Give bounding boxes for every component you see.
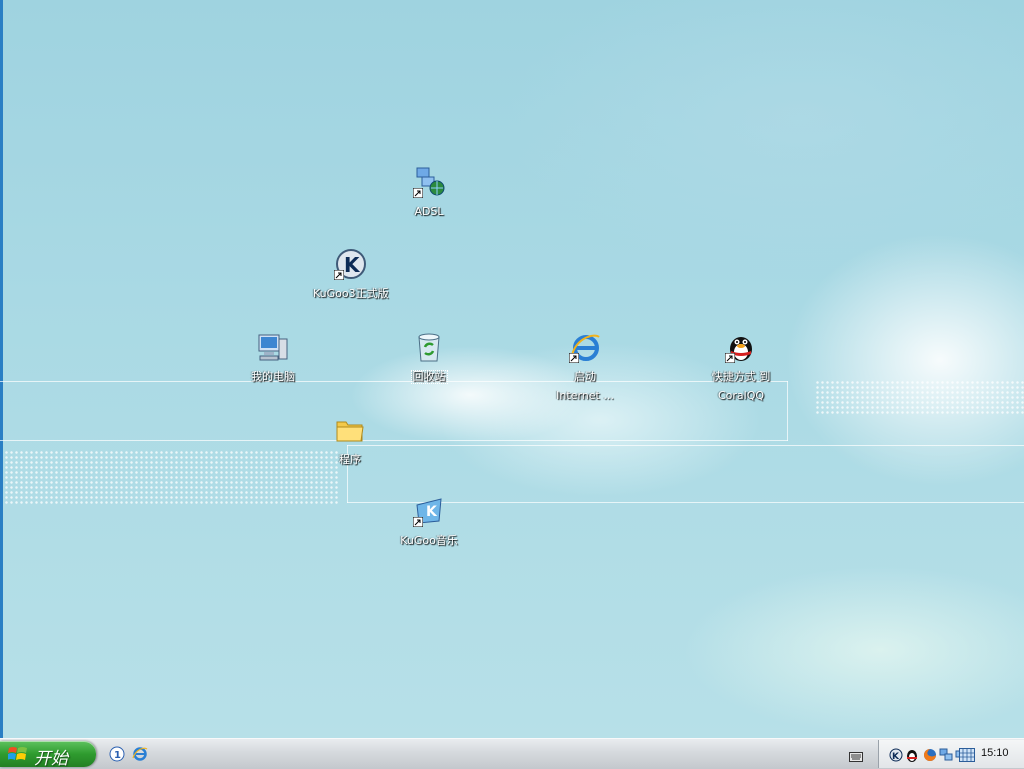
windows-flag-icon — [7, 746, 28, 766]
kugoo-icon: K — [334, 248, 366, 280]
keyboard-icon[interactable] — [849, 747, 863, 762]
icon-label: KuGoo3正式版 — [313, 287, 389, 300]
internet-explorer-icon — [569, 331, 601, 363]
qq-penguin-icon — [725, 331, 757, 363]
desktop-icon-coralqq[interactable]: 快捷方式 到 CoralQQ — [703, 331, 779, 403]
wallpaper-dots — [4, 450, 339, 505]
wallpaper-line — [347, 445, 1024, 446]
wallpaper-line — [787, 381, 788, 441]
svg-text:K: K — [344, 253, 361, 277]
start-button[interactable]: 开始 — [0, 741, 96, 769]
computer-icon — [257, 331, 289, 363]
desktop-icon-recycle-bin[interactable]: 回收站 — [391, 331, 467, 384]
icon-label: 我的电脑 — [251, 370, 295, 383]
icon-label: 启动 — [574, 370, 596, 383]
icon-label: KuGoo音乐 — [400, 534, 458, 547]
folder-icon — [334, 414, 366, 446]
recycle-bin-icon — [413, 331, 445, 363]
clock[interactable]: 15:10 — [981, 747, 1009, 759]
icon-label: 快捷方式 到 — [711, 370, 771, 383]
input-method-icon[interactable] — [959, 747, 975, 762]
network-icon[interactable] — [939, 747, 953, 761]
wallpaper-line — [0, 440, 788, 441]
desktop-icon-adsl[interactable]: ADSL — [391, 166, 467, 219]
svg-text:K: K — [892, 752, 900, 762]
icon-label: 程序 — [339, 453, 361, 466]
left-edge-border — [0, 0, 3, 738]
kugoo-music-icon: K — [413, 495, 445, 527]
firefox-icon[interactable] — [923, 747, 937, 761]
desktop[interactable]: ADSL K KuGoo3正式版 我的电脑 回收站 启动 Internet ..… — [0, 0, 1024, 738]
info-icon[interactable]: 1 — [109, 746, 125, 762]
start-label: 开始 — [34, 749, 68, 769]
icon-label-line2: CoralQQ — [717, 389, 765, 402]
svg-text:1: 1 — [114, 750, 121, 761]
desktop-icon-kugoo-music[interactable]: K KuGoo音乐 — [391, 495, 467, 548]
system-tray: K 15:10 — [878, 740, 1024, 768]
desktop-icon-kugoo3[interactable]: K KuGoo3正式版 — [312, 248, 389, 301]
icon-label: ADSL — [414, 205, 444, 218]
desktop-icon-my-computer[interactable]: 我的电脑 — [235, 331, 311, 384]
wallpaper-dots — [815, 380, 1024, 415]
icon-label: 回收站 — [410, 370, 448, 384]
desktop-icon-programs-folder[interactable]: 程序 — [312, 414, 388, 467]
kugoo-icon[interactable]: K — [889, 747, 903, 762]
network-connection-icon — [413, 166, 445, 198]
internet-explorer-icon[interactable] — [132, 746, 148, 762]
taskbar: 开始 1 K 15:10 — [0, 738, 1024, 769]
icon-label-line2: Internet ... — [556, 389, 614, 402]
qq-penguin-icon[interactable] — [905, 747, 919, 762]
svg-text:K: K — [426, 504, 438, 520]
desktop-icon-internet-explorer[interactable]: 启动 Internet ... — [547, 331, 623, 403]
